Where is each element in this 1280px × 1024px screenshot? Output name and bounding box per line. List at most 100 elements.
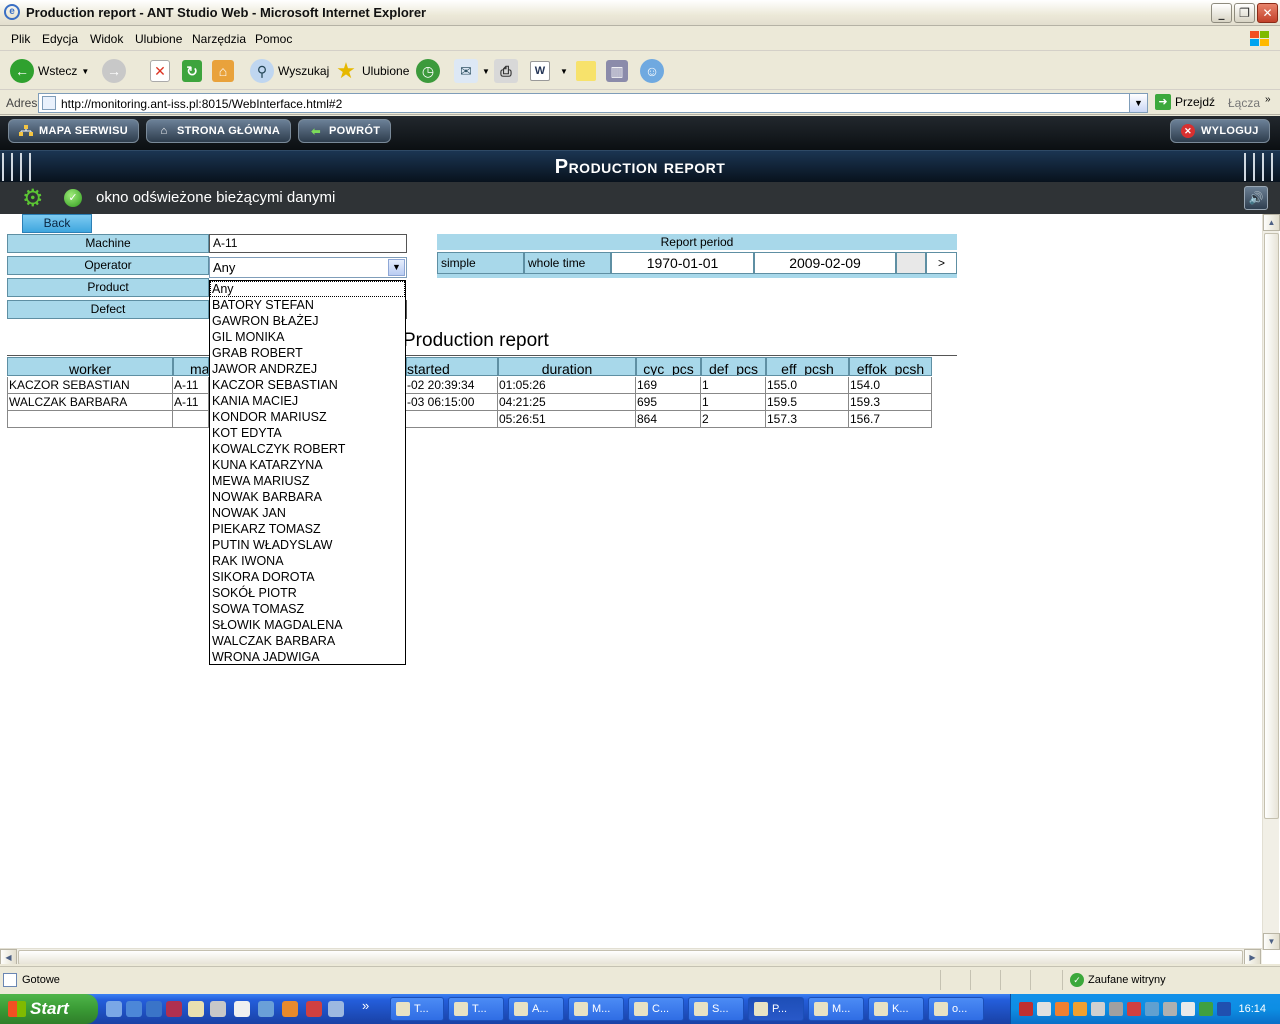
home-button[interactable]: ⌂	[212, 58, 234, 84]
operator-option[interactable]: SIKORA DOROTA	[210, 569, 405, 585]
operator-option[interactable]: RAK IWONA	[210, 553, 405, 569]
taskbar-item[interactable]: o...	[928, 997, 984, 1021]
speaker-icon[interactable]: 🔊	[1244, 186, 1268, 210]
operator-option[interactable]: WRONA JADWIGA	[210, 649, 405, 665]
taskbar-item[interactable]: K...	[868, 997, 924, 1021]
period-mode[interactable]: simple	[437, 252, 524, 274]
menu-favorites[interactable]: Ulubione	[135, 32, 182, 46]
operator-dropdown-list[interactable]: Any BATORY STEFAN GAWRON BŁAŻEJ GIL MONI…	[209, 280, 406, 665]
tray-icon[interactable]	[1163, 1002, 1177, 1016]
tray-icon[interactable]	[1217, 1002, 1231, 1016]
menu-help[interactable]: Pomoc	[255, 32, 292, 46]
taskbar-item[interactable]: C...	[628, 997, 684, 1021]
tray-icon[interactable]	[1037, 1002, 1051, 1016]
site-map-button[interactable]: MAPA SERWISU	[8, 119, 139, 143]
app-quicklaunch-icon[interactable]	[210, 1001, 226, 1017]
operator-option[interactable]: KANIA MACIEJ	[210, 393, 405, 409]
operator-option[interactable]: KOT EDYTA	[210, 425, 405, 441]
operator-option[interactable]: GAWRON BŁAŻEJ	[210, 313, 405, 329]
operator-option[interactable]: KONDOR MARIUSZ	[210, 409, 405, 425]
tray-icon[interactable]	[1145, 1002, 1159, 1016]
tray-icon[interactable]	[1127, 1002, 1141, 1016]
scroll-left-icon[interactable]: ◀	[0, 949, 17, 964]
tray-icon[interactable]	[1109, 1002, 1123, 1016]
period-next-button[interactable]: >	[926, 252, 957, 274]
forward-button[interactable]: →	[102, 58, 126, 84]
return-button[interactable]: ⬅ POWRÓT	[298, 119, 392, 143]
menu-file[interactable]: Plik	[11, 32, 30, 46]
desktop-quicklaunch-icon[interactable]	[146, 1001, 162, 1017]
save-quicklaunch-icon[interactable]	[166, 1001, 182, 1017]
dropdown-arrow-icon[interactable]: ▼	[560, 67, 568, 76]
edit-button[interactable]: W ▼	[530, 58, 568, 84]
horizontal-scroll-thumb[interactable]	[18, 950, 1243, 964]
operator-option[interactable]: BATORY STEFAN	[210, 297, 405, 313]
dropdown-arrow-icon[interactable]: ▼	[81, 67, 89, 76]
operator-option[interactable]: PUTIN WŁADYSLAW	[210, 537, 405, 553]
ie-quicklaunch-icon[interactable]	[126, 1001, 142, 1017]
taskbar-item-active[interactable]: P...	[748, 997, 804, 1021]
period-from[interactable]: 1970-01-01	[611, 252, 754, 274]
operator-select[interactable]: Any ▼	[209, 257, 407, 278]
taskbar-item[interactable]: T...	[448, 997, 504, 1021]
address-input[interactable]: http://monitoring.ant-iss.pl:8015/WebInt…	[38, 93, 1148, 113]
search-button[interactable]: ⚲ Wyszukaj	[250, 58, 329, 84]
scroll-right-icon[interactable]: ▶	[1244, 949, 1261, 964]
address-dropdown-icon[interactable]: ▼	[1129, 94, 1147, 112]
logout-button[interactable]: ✕ WYLOGUJ	[1170, 119, 1270, 143]
col-effok-pcsh[interactable]: effok_pcsh	[849, 357, 932, 376]
quicklaunch-icon[interactable]	[106, 1001, 122, 1017]
app-quicklaunch-icon[interactable]	[258, 1001, 274, 1017]
favorites-button[interactable]: ★ Ulubione	[334, 58, 409, 84]
vc-quicklaunch-icon[interactable]	[234, 1001, 250, 1017]
minimize-button[interactable]: _	[1211, 3, 1232, 23]
tray-icon[interactable]	[1181, 1002, 1195, 1016]
period-range[interactable]: whole time	[524, 252, 611, 274]
tray-icon[interactable]	[1055, 1002, 1069, 1016]
operator-option[interactable]: NOWAK JAN	[210, 505, 405, 521]
dropdown-arrow-icon[interactable]: ▼	[482, 67, 490, 76]
mail-button[interactable]: ✉ ▼	[454, 58, 490, 84]
security-zone[interactable]: Zaufane witryny	[1088, 974, 1166, 986]
app-quicklaunch-icon[interactable]	[328, 1001, 344, 1017]
scroll-down-icon[interactable]: ▼	[1263, 933, 1280, 950]
operator-option[interactable]: NOWAK BARBARA	[210, 489, 405, 505]
operator-option[interactable]: Any	[210, 281, 405, 297]
operator-option[interactable]: SOKÓŁ PIOTR	[210, 585, 405, 601]
operator-option[interactable]: JAWOR ANDRZEJ	[210, 361, 405, 377]
taskbar-item[interactable]: M...	[568, 997, 624, 1021]
operator-option[interactable]: GRAB ROBERT	[210, 345, 405, 361]
stop-button[interactable]: ✕	[150, 58, 170, 84]
tray-icon[interactable]	[1019, 1002, 1033, 1016]
gear-icon[interactable]: ⚙	[22, 187, 46, 211]
operator-option[interactable]: PIEKARZ TOMASZ	[210, 521, 405, 537]
vertical-scroll-thumb[interactable]	[1264, 233, 1279, 819]
taskbar-item[interactable]: T...	[390, 997, 444, 1021]
research-button[interactable]: ▥	[606, 58, 628, 84]
operator-option[interactable]: KUNA KATARZYNA	[210, 457, 405, 473]
col-eff-pcsh[interactable]: eff_pcsh	[766, 357, 849, 376]
tray-icon[interactable]	[1199, 1002, 1213, 1016]
operator-option[interactable]: GIL MONIKA	[210, 329, 405, 345]
clock[interactable]: 16:14	[1238, 1003, 1266, 1015]
col-machine[interactable]: ma	[173, 357, 209, 376]
col-def-pcs[interactable]: def_pcs	[701, 357, 766, 376]
col-worker[interactable]: worker	[7, 357, 173, 376]
taskbar-item[interactable]: M...	[808, 997, 864, 1021]
scroll-up-icon[interactable]: ▲	[1263, 214, 1280, 231]
chevron-right-icon[interactable]: »	[362, 998, 369, 1013]
history-button[interactable]: ◷	[416, 58, 440, 84]
menu-edit[interactable]: Edycja	[42, 32, 78, 46]
period-prev-button[interactable]	[896, 252, 926, 274]
print-button[interactable]: ⎙	[494, 58, 518, 84]
col-started[interactable]: started	[406, 357, 498, 376]
back-nav-button[interactable]: ← Wstecz ▼	[10, 58, 89, 84]
firefox-quicklaunch-icon[interactable]	[282, 1001, 298, 1017]
operator-option[interactable]: KACZOR SEBASTIAN	[210, 377, 405, 393]
vertical-scrollbar[interactable]: ▲ ▼	[1262, 214, 1280, 950]
col-cyc-pcs[interactable]: cyc_pcs	[636, 357, 701, 376]
app-quicklaunch-icon[interactable]	[306, 1001, 322, 1017]
operator-option[interactable]: MEWA MARIUSZ	[210, 473, 405, 489]
tray-icon[interactable]	[1091, 1002, 1105, 1016]
menu-view[interactable]: Widok	[90, 32, 123, 46]
